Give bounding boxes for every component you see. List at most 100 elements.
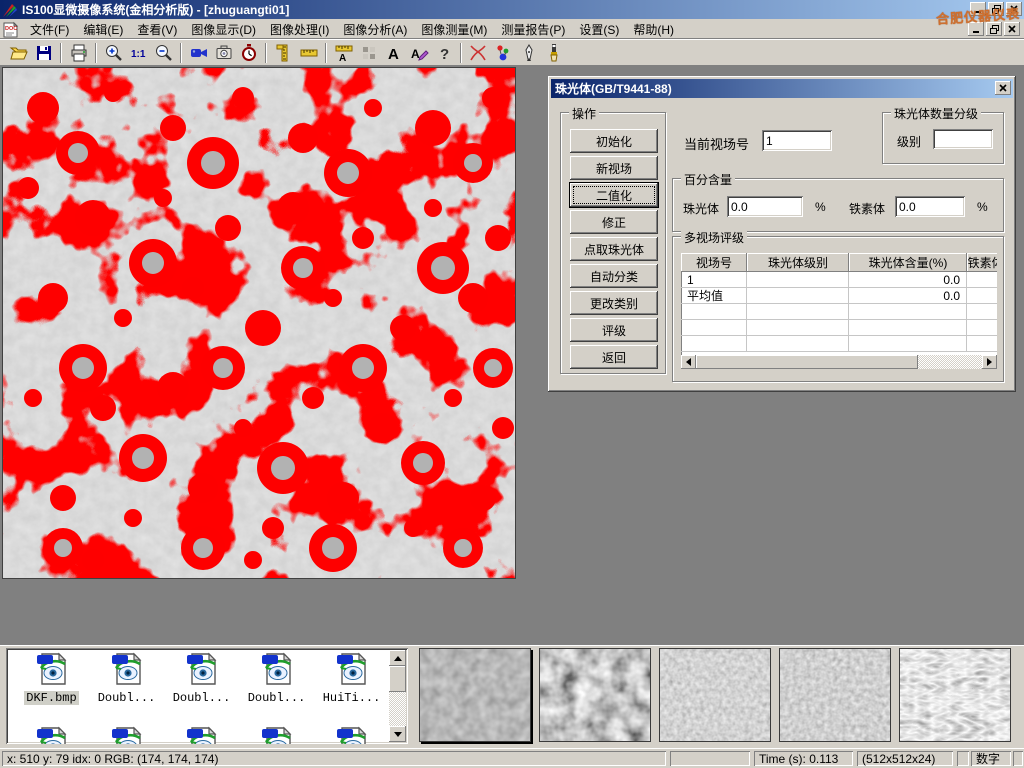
thumbnail-specimen-5[interactable]	[899, 648, 1011, 742]
text-tool-button[interactable]: A	[381, 41, 406, 65]
return-button[interactable]: 返回	[570, 345, 658, 369]
file-item[interactable]: Doubl...	[164, 652, 239, 705]
scroll-left-button[interactable]	[681, 355, 696, 369]
scroll-down-button[interactable]	[389, 726, 406, 742]
thumbnail-specimen-1[interactable]	[419, 648, 531, 742]
zoom-in-button[interactable]	[101, 41, 126, 65]
svg-text:DOC: DOC	[5, 26, 17, 32]
file-item[interactable]	[239, 726, 314, 744]
brush-button[interactable]	[541, 41, 566, 65]
menu-measure-report[interactable]: 测量报告(P)	[494, 19, 572, 40]
table-row[interactable]: 平均值 0.0	[681, 288, 997, 304]
file-item[interactable]: HuiTi...	[314, 652, 389, 705]
annotate-button[interactable]: A	[406, 41, 431, 65]
app-logo-icon	[2, 2, 18, 18]
file-name[interactable]: Doubl...	[171, 691, 233, 705]
scrollbar-thumb[interactable]	[696, 355, 918, 369]
table-horizontal-scrollbar[interactable]	[681, 355, 997, 369]
auto-classify-button[interactable]: 自动分类	[570, 264, 658, 288]
file-name[interactable]: HuiTi...	[321, 691, 383, 705]
caliper-button[interactable]	[271, 41, 296, 65]
col-ferrite-content: 铁素体含量(%)	[967, 253, 997, 272]
correct-button[interactable]: 修正	[570, 210, 658, 234]
col-field-no: 视场号	[681, 253, 747, 272]
file-item[interactable]: DKF.bmp	[14, 652, 89, 705]
zoom-out-button[interactable]	[151, 41, 176, 65]
dialog-title-bar[interactable]: 珠光体(GB/T9441-88)	[551, 79, 1013, 98]
svg-text:A: A	[388, 46, 399, 63]
menu-file[interactable]: 文件(F)	[23, 19, 76, 40]
pearlite-percent-input[interactable]	[727, 196, 803, 217]
pen-button[interactable]	[516, 41, 541, 65]
file-name[interactable]: DKF.bmp	[24, 691, 78, 705]
thumbnail-specimen-4[interactable]	[779, 648, 891, 742]
bmp-file-icon	[185, 726, 219, 744]
thumbnail-specimen-2[interactable]	[539, 648, 651, 742]
svg-text:A: A	[339, 53, 346, 63]
current-field-input[interactable]	[762, 130, 832, 151]
dialog-title: 珠光体(GB/T9441-88)	[555, 80, 672, 97]
file-item[interactable]	[89, 726, 164, 744]
toolbar-separator	[95, 43, 97, 63]
table-row-empty	[681, 320, 997, 336]
video-camera-button[interactable]	[186, 41, 211, 65]
help-button[interactable]: ?	[431, 41, 456, 65]
menu-help[interactable]: 帮助(H)	[626, 19, 681, 40]
status-empty-segment	[1013, 751, 1023, 766]
rating-table[interactable]: 视场号 珠光体级别 珠光体含量(%) 铁素体含量(%) 1 0.0 平均值 0.…	[681, 253, 997, 369]
file-list-scrollbar[interactable]	[389, 650, 406, 742]
bmp-file-icon	[260, 726, 294, 744]
camera-button[interactable]	[211, 41, 236, 65]
svg-text:1:1: 1:1	[131, 49, 146, 60]
erase-curve-button[interactable]	[466, 41, 491, 65]
measure-text-button[interactable]: A	[331, 41, 356, 65]
binarize-button[interactable]: 二值化	[570, 183, 658, 207]
initialize-button[interactable]: 初始化	[570, 129, 658, 153]
menu-image-analysis[interactable]: 图像分析(A)	[336, 19, 414, 40]
ferrite-label: 铁素体	[849, 200, 885, 217]
document-icon[interactable]: DOC	[2, 21, 19, 38]
open-button[interactable]	[6, 41, 31, 65]
actual-size-button[interactable]: 1:1	[126, 41, 151, 65]
bmp-file-icon	[35, 726, 69, 744]
menu-image-measure[interactable]: 图像测量(M)	[414, 19, 494, 40]
timer-button[interactable]	[236, 41, 261, 65]
scrollbar-thumb[interactable]	[389, 666, 406, 692]
file-name[interactable]: Doubl...	[96, 691, 158, 705]
file-item[interactable]: Doubl...	[89, 652, 164, 705]
color-marks-button[interactable]	[491, 41, 516, 65]
file-name[interactable]: Doubl...	[246, 691, 308, 705]
new-field-button[interactable]: 新视场	[570, 156, 658, 180]
menu-image-display[interactable]: 图像显示(D)	[184, 19, 263, 40]
dialog-close-button[interactable]	[995, 81, 1011, 95]
ruler-button[interactable]	[296, 41, 321, 65]
ferrite-percent-input[interactable]	[895, 196, 965, 217]
menu-edit[interactable]: 编辑(E)	[76, 19, 130, 40]
grading-group: 珠光体数量分级 级别	[882, 112, 1004, 164]
save-button[interactable]	[31, 41, 56, 65]
bmp-file-icon	[35, 652, 69, 687]
grid-tool-button[interactable]	[356, 41, 381, 65]
percent-group: 百分含量 珠光体 % 铁素体 %	[672, 178, 1004, 232]
table-row[interactable]: 1 0.0	[681, 272, 997, 288]
menu-image-processing[interactable]: 图像处理(I)	[263, 19, 336, 40]
file-item[interactable]: Doubl...	[239, 652, 314, 705]
scroll-up-button[interactable]	[389, 650, 406, 666]
toolbar-separator	[180, 43, 182, 63]
file-item[interactable]	[14, 726, 89, 744]
thumbnail-specimen-3[interactable]	[659, 648, 771, 742]
change-class-button[interactable]: 更改类别	[570, 291, 658, 315]
file-item[interactable]	[164, 726, 239, 744]
rate-button[interactable]: 评级	[570, 318, 658, 342]
file-list[interactable]: DKF.bmp Doubl... Doubl... Doubl... HuiTi…	[6, 648, 408, 744]
menu-settings[interactable]: 设置(S)	[572, 19, 626, 40]
child-close-button[interactable]	[1004, 22, 1020, 36]
file-item[interactable]	[314, 726, 389, 744]
level-input[interactable]	[933, 129, 993, 149]
print-button[interactable]	[66, 41, 91, 65]
scroll-right-button[interactable]	[982, 355, 997, 369]
metallograph-image[interactable]	[2, 67, 516, 579]
pick-pearlite-button[interactable]: 点取珠光体	[570, 237, 658, 261]
menu-view[interactable]: 查看(V)	[130, 19, 184, 40]
toolbar-separator	[265, 43, 267, 63]
